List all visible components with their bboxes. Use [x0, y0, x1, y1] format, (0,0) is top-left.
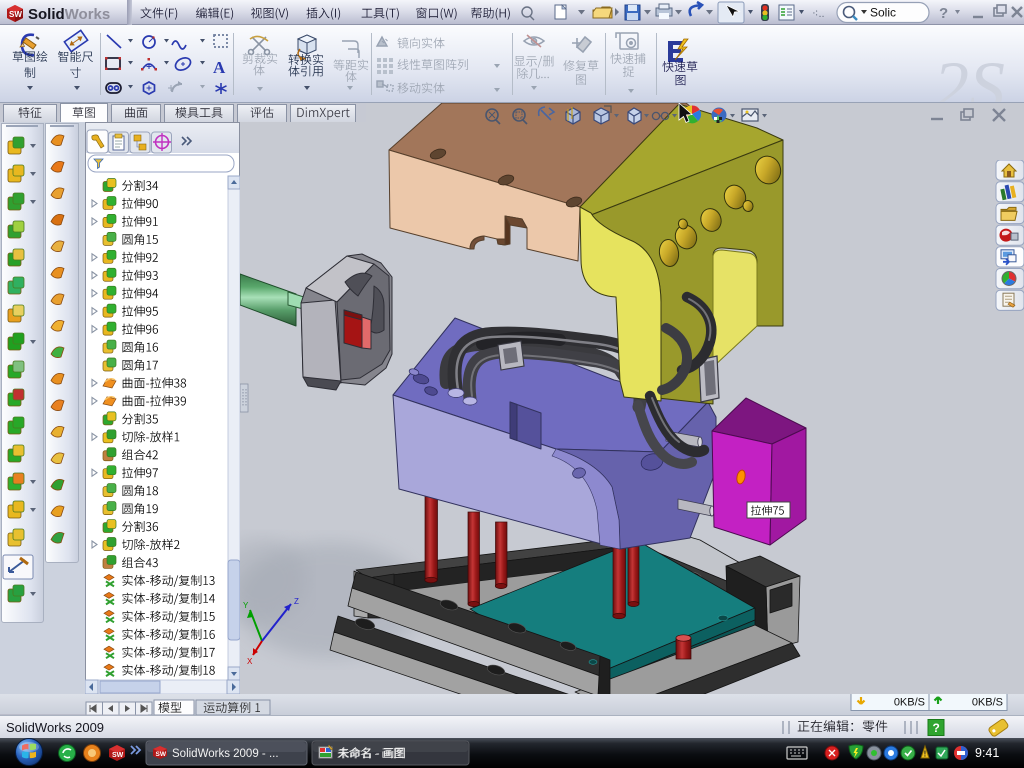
svg-text:SolidWorks 2009 - ...: SolidWorks 2009 - ...	[172, 748, 279, 760]
svg-text:SW: SW	[156, 751, 167, 758]
svg-text:⁖..: ⁖..	[812, 8, 825, 20]
svg-text:?: ?	[939, 5, 948, 22]
svg-text:Y: Y	[243, 601, 249, 610]
svg-text:X: X	[247, 657, 253, 666]
svg-text:Z: Z	[294, 597, 299, 606]
svg-text:?: ?	[933, 721, 940, 735]
svg-text:SolidWorks: SolidWorks	[28, 6, 110, 23]
svg-text:!: !	[924, 750, 927, 759]
svg-text:9:41: 9:41	[975, 746, 999, 760]
svg-text:0KB/S: 0KB/S	[972, 697, 1003, 709]
svg-text:0KB/S: 0KB/S	[894, 697, 925, 709]
svg-text:SW: SW	[112, 752, 124, 759]
svg-text:A: A	[213, 58, 226, 77]
svg-text:2S: 2S	[933, 47, 1005, 102]
svg-text:Solic: Solic	[870, 6, 896, 20]
svg-text:未命名 - 画图: 未命名 - 画图	[338, 746, 406, 760]
svg-text:SW: SW	[9, 10, 22, 19]
